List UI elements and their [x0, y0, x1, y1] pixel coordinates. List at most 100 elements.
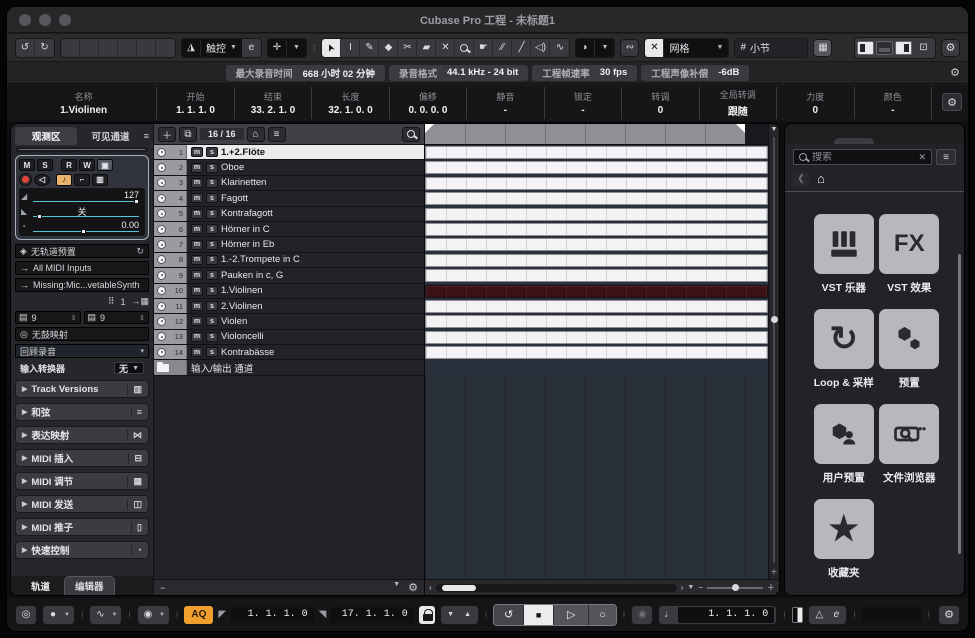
- track-row[interactable]: 2 m s Oboe: [154, 160, 424, 175]
- tab-tracks[interactable]: 轨道: [21, 577, 60, 595]
- lane-display-icon[interactable]: ▥: [92, 174, 108, 186]
- tool-button[interactable]: I: [341, 39, 360, 57]
- tool-button[interactable]: ✕: [436, 39, 455, 57]
- track-body[interactable]: m s Klarinetten: [187, 176, 424, 190]
- status-setup-gear-icon[interactable]: ⚙: [950, 66, 960, 79]
- tool-button[interactable]: ╱: [512, 39, 531, 57]
- track-row[interactable]: 13 m s Violoncelli: [154, 330, 424, 345]
- metronome-icon[interactable]: △: [811, 607, 827, 623]
- info-field[interactable]: 开始 1. 1. 1. 0: [157, 87, 234, 119]
- left-locator-display[interactable]: 1. 1. 1. 0: [231, 607, 313, 623]
- tool-button[interactable]: ☛: [474, 39, 493, 57]
- monitor-button[interactable]: ◁: [34, 174, 50, 186]
- status-item[interactable]: 最大录音时间 668 小时 02 分钟: [226, 65, 385, 81]
- toolbar-setup-gear-icon[interactable]: ⚙: [941, 39, 960, 57]
- chevron-down-icon[interactable]: ▼: [157, 607, 167, 623]
- track-state-button[interactable]: [137, 39, 156, 57]
- grid-type-dropdown[interactable]: # 小节: [735, 39, 807, 57]
- right-zone-tab[interactable]: [793, 138, 832, 144]
- input-routing-field[interactable]: → All MIDI Inputs: [15, 261, 149, 275]
- tool-button[interactable]: ∿: [550, 39, 569, 57]
- track-body[interactable]: m s Hörner in C: [187, 222, 424, 236]
- event-row[interactable]: [425, 207, 768, 222]
- channel-edit-icon[interactable]: ▣: [97, 159, 113, 171]
- inspector-section[interactable]: ▶ 和弦 ≡: [15, 403, 149, 421]
- info-field[interactable]: 长度 32. 1. 0. 0: [312, 87, 389, 119]
- track-mute-button[interactable]: m: [191, 301, 203, 311]
- event-row[interactable]: [425, 314, 768, 329]
- zoom-preset-caret[interactable]: ▼: [687, 584, 694, 591]
- midi-part[interactable]: [425, 346, 768, 359]
- track-row[interactable]: 7 m s Hörner in Eb: [154, 237, 424, 252]
- right-locator-flag[interactable]: [736, 124, 745, 133]
- track-preset-field[interactable]: ◈ 无轨道预置 ↻: [15, 244, 149, 258]
- midi-part[interactable]: [425, 192, 768, 205]
- info-field[interactable]: 偏移 0. 0. 0. 0: [390, 87, 467, 119]
- track-solo-button[interactable]: s: [206, 332, 218, 342]
- common-record-mode-icon[interactable]: ●: [45, 607, 61, 623]
- color-tool-caret[interactable]: ▼: [595, 39, 614, 57]
- tool-button[interactable]: ✂: [398, 39, 417, 57]
- undo-button[interactable]: ↺: [16, 39, 35, 57]
- record-button[interactable]: ○: [589, 605, 615, 625]
- midi-part[interactable]: [425, 208, 768, 221]
- track-body[interactable]: m s Oboe: [187, 160, 424, 174]
- midi-part[interactable]: [425, 161, 768, 174]
- track-mute-button[interactable]: m: [191, 347, 203, 357]
- tab-inspector[interactable]: 观测区: [15, 127, 77, 145]
- zoom-in-vertical-button[interactable]: ＋: [771, 567, 778, 577]
- vertical-zoom-slider[interactable]: [773, 137, 775, 563]
- punch-out-icon[interactable]: ▲: [460, 607, 476, 623]
- midi-part[interactable]: [425, 269, 768, 282]
- track-row[interactable]: 11 m s 2.Violinen: [154, 299, 424, 314]
- zoom-in-button[interactable]: ＋: [767, 582, 775, 593]
- track-solo-button[interactable]: s: [206, 193, 218, 203]
- midi-part[interactable]: [425, 331, 768, 344]
- inspector-section[interactable]: ▶ MIDI 推子 ▯: [15, 518, 149, 536]
- event-empty-area[interactable]: [425, 376, 768, 579]
- tool-button[interactable]: ▰: [417, 39, 436, 57]
- write-automation-button[interactable]: W: [79, 159, 95, 171]
- midi-record-mode-icon[interactable]: ◉: [140, 607, 156, 623]
- output-routing-field[interactable]: → Missing:Mic...vetableSynth: [15, 278, 149, 292]
- inspector-scroll-hint[interactable]: [16, 147, 148, 152]
- search-box[interactable]: ✕: [793, 149, 932, 165]
- event-row[interactable]: [425, 237, 768, 252]
- inspector-section[interactable]: ▶ 快速控制 ◔: [15, 541, 149, 559]
- home-icon[interactable]: ⌂: [817, 171, 825, 186]
- folder-track-row[interactable]: 输入/输出 通道: [154, 360, 424, 375]
- info-field[interactable]: 全局转调 跟随: [700, 87, 777, 119]
- tile-file-browser[interactable]: 文件浏览器: [877, 404, 943, 485]
- right-zone-tab[interactable]: [876, 138, 915, 144]
- add-track-button[interactable]: ＋: [158, 127, 176, 142]
- midi-part[interactable]: [425, 146, 768, 159]
- midi-part[interactable]: [425, 315, 768, 328]
- tile-loops-samples[interactable]: ↻ Loop & 采样: [811, 309, 877, 390]
- inspector-section[interactable]: ▶ 表达映射 ⋈: [15, 426, 149, 444]
- track-body[interactable]: m s 1.-2.Trompete in C: [187, 253, 424, 267]
- search-input[interactable]: [812, 152, 913, 163]
- info-field[interactable]: 结束 33. 2. 1. 0: [235, 87, 312, 119]
- scrollbar-thumb[interactable]: [442, 585, 476, 591]
- back-button[interactable]: ❮: [793, 172, 809, 186]
- bank-selector[interactable]: ▤ 9⇕: [15, 311, 81, 324]
- media-scrollbar[interactable]: [958, 254, 961, 554]
- time-format-split-icon[interactable]: [792, 607, 804, 623]
- track-filter-icon[interactable]: ≡: [268, 127, 286, 142]
- horizontal-scrollbar[interactable]: [436, 584, 677, 592]
- track-body[interactable]: m s Violoncelli: [187, 330, 424, 344]
- audio-quantize-button[interactable]: AQ: [184, 606, 213, 624]
- track-mute-button[interactable]: m: [191, 240, 203, 250]
- color-tool-icon[interactable]: ◗: [576, 39, 595, 57]
- midi-part[interactable]: [425, 285, 768, 298]
- crossfade-button[interactable]: ∾: [620, 39, 639, 57]
- track-mute-button[interactable]: m: [191, 255, 203, 265]
- track-solo-button[interactable]: s: [206, 255, 218, 265]
- track-mute-button[interactable]: m: [191, 147, 203, 157]
- track-mute-button[interactable]: m: [191, 224, 203, 234]
- track-solo-button[interactable]: s: [206, 209, 218, 219]
- chevron-down-icon[interactable]: ▼: [109, 607, 119, 623]
- track-body[interactable]: m s Pauken in c, G: [187, 268, 424, 282]
- right-locator-display[interactable]: 17. 1. 1. 0: [331, 607, 413, 623]
- midi-part[interactable]: [425, 177, 768, 190]
